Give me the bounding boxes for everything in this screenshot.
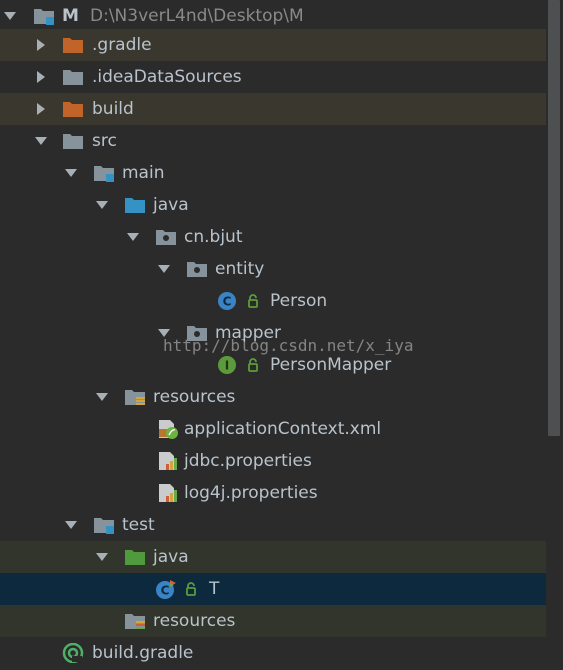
tree-row-idea-dir[interactable]: .ideaDataSources bbox=[0, 61, 546, 93]
person-mapper-label: PersonMapper bbox=[270, 355, 392, 375]
test-java-label: java bbox=[153, 547, 189, 567]
module-folder-icon bbox=[34, 9, 54, 25]
chevron-down-icon[interactable] bbox=[3, 9, 17, 23]
chevron-down-icon[interactable] bbox=[95, 550, 109, 564]
chevron-right-icon[interactable] bbox=[34, 70, 48, 84]
resources-folder-icon bbox=[125, 390, 145, 405]
excluded-folder-icon bbox=[63, 38, 83, 53]
tree-row-src[interactable]: src bbox=[0, 125, 546, 157]
class-icon: C bbox=[218, 292, 236, 310]
chevron-right-icon[interactable] bbox=[34, 102, 48, 116]
test-resources-label: resources bbox=[153, 611, 236, 631]
gradle-icon bbox=[62, 643, 84, 663]
idea-dir-label: .ideaDataSources bbox=[92, 67, 242, 87]
lock-icon bbox=[248, 294, 258, 308]
vertical-scrollbar[interactable] bbox=[546, 0, 563, 670]
test-class-label: T bbox=[209, 579, 220, 599]
package-icon bbox=[187, 326, 207, 341]
mapper-label: mapper bbox=[215, 323, 282, 343]
tree-row-main[interactable]: main bbox=[0, 157, 546, 189]
svg-text:C: C bbox=[161, 584, 170, 598]
package-label: cn.bjut bbox=[184, 227, 243, 247]
tree-row-log4j[interactable]: log4j.properties bbox=[0, 477, 546, 509]
tree-row-main-resources[interactable]: resources bbox=[0, 381, 546, 413]
project-tree: M D:\N3verL4nd\Desktop\M .gradle .ideaDa… bbox=[0, 0, 546, 670]
chevron-down-icon[interactable] bbox=[34, 134, 48, 148]
tree-row-entity[interactable]: entity bbox=[0, 253, 546, 285]
build-gradle-label: build.gradle bbox=[92, 643, 194, 663]
jdbc-label: jdbc.properties bbox=[184, 451, 312, 471]
tree-row-test-java[interactable]: java bbox=[0, 541, 546, 573]
properties-file-icon bbox=[159, 484, 177, 502]
src-label: src bbox=[92, 131, 117, 151]
tree-row-root[interactable]: M D:\N3verL4nd\Desktop\M bbox=[0, 0, 546, 32]
chevron-down-icon[interactable] bbox=[157, 262, 171, 276]
package-icon bbox=[187, 262, 207, 277]
tree-row-jdbc[interactable]: jdbc.properties bbox=[0, 445, 546, 477]
tree-row-package[interactable]: cn.bjut bbox=[0, 221, 546, 253]
chevron-down-icon[interactable] bbox=[126, 230, 140, 244]
main-java-label: java bbox=[153, 195, 189, 215]
tree-row-test-resources[interactable]: resources bbox=[0, 605, 546, 637]
folder-icon bbox=[63, 70, 83, 85]
lock-icon bbox=[186, 582, 196, 596]
test-source-folder-icon bbox=[125, 550, 145, 565]
tree-row-test-class[interactable]: C T bbox=[0, 573, 546, 605]
tree-row-build-gradle[interactable]: build.gradle bbox=[0, 637, 546, 669]
tree-row-build-dir[interactable]: build bbox=[0, 93, 546, 125]
svg-text:C: C bbox=[223, 295, 232, 309]
scrollbar-thumb[interactable] bbox=[548, 0, 560, 436]
person-label: Person bbox=[270, 291, 328, 311]
svg-text:I: I bbox=[225, 359, 229, 373]
test-label: test bbox=[122, 515, 155, 535]
tree-row-person[interactable]: C Person bbox=[0, 285, 546, 317]
interface-icon: I bbox=[218, 356, 236, 374]
tree-row-person-mapper[interactable]: I PersonMapper bbox=[0, 349, 546, 381]
tree-row-main-java[interactable]: java bbox=[0, 189, 546, 221]
chevron-down-icon[interactable] bbox=[95, 198, 109, 212]
tree-row-test[interactable]: test bbox=[0, 509, 546, 541]
excluded-folder-icon bbox=[63, 102, 83, 117]
chevron-down-icon[interactable] bbox=[64, 518, 78, 532]
chevron-down-icon[interactable] bbox=[64, 166, 78, 180]
root-module-path: D:\N3verL4nd\Desktop\M bbox=[90, 6, 304, 26]
chevron-down-icon[interactable] bbox=[157, 326, 171, 340]
lock-icon bbox=[248, 358, 258, 372]
entity-label: entity bbox=[215, 259, 265, 279]
app-context-label: applicationContext.xml bbox=[184, 419, 382, 439]
test-class-icon: C bbox=[156, 580, 176, 599]
log4j-label: log4j.properties bbox=[184, 483, 318, 503]
tree-row-gradle-dir[interactable]: .gradle bbox=[0, 29, 546, 61]
package-icon bbox=[156, 230, 176, 245]
module-folder-icon bbox=[94, 518, 114, 534]
build-dir-label: build bbox=[92, 99, 134, 119]
folder-icon bbox=[63, 134, 83, 149]
test-resources-folder-icon bbox=[125, 614, 145, 629]
root-module-name: M bbox=[62, 6, 79, 26]
properties-file-icon bbox=[159, 452, 177, 470]
tree-row-app-context[interactable]: applicationContext.xml bbox=[0, 413, 546, 445]
tree-row-mapper[interactable]: mapper bbox=[0, 317, 546, 349]
main-resources-label: resources bbox=[153, 387, 236, 407]
module-folder-icon bbox=[94, 166, 114, 182]
source-folder-icon bbox=[125, 198, 145, 213]
spring-xml-icon bbox=[159, 420, 178, 439]
chevron-right-icon[interactable] bbox=[34, 38, 48, 52]
gradle-dir-label: .gradle bbox=[92, 35, 152, 55]
main-label: main bbox=[122, 163, 165, 183]
chevron-down-icon[interactable] bbox=[95, 390, 109, 404]
